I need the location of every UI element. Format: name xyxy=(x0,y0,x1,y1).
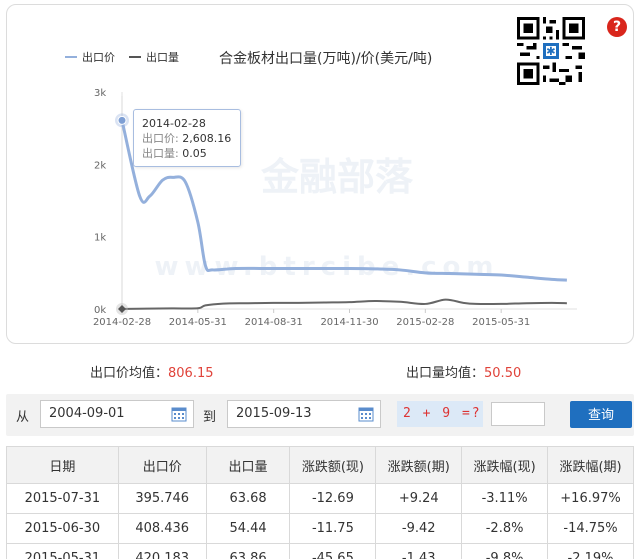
chart-tooltip: 2014-02-28 出口价: 2,608.16 出口量: 0.05 xyxy=(133,109,241,167)
column-header: 涨跌幅(期) xyxy=(547,446,634,484)
to-label: 到 xyxy=(203,410,217,425)
x-tick-label: 2014-05-31 xyxy=(169,317,227,328)
table-cell: 2015-06-30 xyxy=(6,513,119,544)
query-button[interactable]: 查询 xyxy=(570,401,632,428)
tooltip-volume-line: 出口量: 0.05 xyxy=(142,147,207,160)
x-tick-label: 2015-05-31 xyxy=(472,317,530,328)
y-tick-label: 1k xyxy=(94,233,106,244)
table-cell: -3.11% xyxy=(461,483,549,514)
table-cell: 2015-07-31 xyxy=(6,483,119,514)
tooltip-volume-label: 出口量 xyxy=(142,147,175,160)
tooltip-volume-value: 0.05 xyxy=(182,147,207,160)
table-cell: -11.75 xyxy=(289,513,377,544)
price-point xyxy=(117,115,127,125)
table-cell: +9.24 xyxy=(375,483,463,514)
table-cell: -14.75% xyxy=(547,513,634,544)
table-header-row: 日期 出口价 出口量 涨跌额(现) 涨跌额(期) 涨跌幅(现) 涨跌幅(期) xyxy=(6,446,634,484)
volume-average: 出口量均值：50.50 xyxy=(406,362,521,381)
y-tick-label: 2k xyxy=(94,160,106,171)
table-cell: -9.8% xyxy=(461,543,549,559)
x-tick-label: 2014-02-28 xyxy=(93,317,151,328)
x-tick-label: 2014-08-31 xyxy=(245,317,303,328)
column-header: 出口量 xyxy=(205,446,291,484)
tooltip-price-line: 出口价: 2,608.16 xyxy=(142,132,232,145)
table-cell: -45.65 xyxy=(289,543,377,559)
price-average-label: 出口价均值： xyxy=(90,366,169,381)
data-table: 日期 出口价 出口量 涨跌额(现) 涨跌额(期) 涨跌幅(现) 涨跌幅(期) 2… xyxy=(6,446,634,559)
column-header: 涨跌幅(现) xyxy=(461,446,549,484)
table-cell: -2.8% xyxy=(461,513,549,544)
tooltip-date: 2014-02-28 xyxy=(142,117,206,130)
x-tick-label: 2014-11-30 xyxy=(320,317,378,328)
end-date-value: 2015-09-13 xyxy=(236,406,312,421)
table-cell: 63.86 xyxy=(205,543,291,559)
tooltip-price-label: 出口价 xyxy=(142,132,175,145)
table-cell: +16.97% xyxy=(547,483,634,514)
watermark-text: 金融部落 xyxy=(260,155,414,199)
price-average: 出口价均值：806.15 xyxy=(90,362,214,381)
table-row: 2015-07-31 395.746 63.68 -12.69 +9.24 -3… xyxy=(6,483,634,514)
series-line-volume xyxy=(121,298,567,310)
table-cell: -1.43 xyxy=(375,543,463,559)
table-cell: 63.68 xyxy=(205,483,291,514)
table-cell: 54.44 xyxy=(205,513,291,544)
price-average-value: 806.15 xyxy=(168,366,214,381)
y-tick-label: 3k xyxy=(94,88,106,99)
table-cell: -2.19% xyxy=(547,543,634,559)
table-cell: 395.746 xyxy=(117,483,207,514)
start-date-input[interactable]: 2004-09-01 xyxy=(40,400,194,428)
column-header: 涨跌额(期) xyxy=(375,446,463,484)
volume-average-value: 50.50 xyxy=(484,366,522,381)
table-cell: 408.436 xyxy=(117,513,207,544)
table-row: 2015-06-30 408.436 54.44 -11.75 -9.42 -2… xyxy=(6,513,634,544)
line-chart: 金融部落www.btrcibe.com0k1k2k3k2014-02-28 201… xyxy=(93,88,577,328)
table-row: 2015-05-31 420.183 63.86 -45.65 -1.43 -9… xyxy=(6,543,634,559)
table-cell: 420.183 xyxy=(117,543,207,559)
captcha-input[interactable] xyxy=(491,402,545,426)
volume-average-label: 出口量均值： xyxy=(406,366,485,381)
x-tick-label: 2015-02-28 xyxy=(396,317,454,328)
chart-panel: 出口价 出口量 合金板材出口量(万吨)/价(美元/吨) ✱ ? 金融部落 www.… xyxy=(6,4,634,344)
start-date-value: 2004-09-01 xyxy=(49,406,125,421)
captcha-image[interactable]: 2 + 9 =? xyxy=(397,401,483,427)
filter-bar: 从 2004-09-01 到 2015-09-13 2 + 9 =? 查询 xyxy=(6,394,634,436)
y-tick-label: 0k xyxy=(94,305,106,316)
column-header: 出口价 xyxy=(117,446,207,484)
table-cell: -12.69 xyxy=(289,483,377,514)
table-cell: -9.42 xyxy=(375,513,463,544)
tooltip-price-value: 2,608.16 xyxy=(182,132,232,145)
calendar-icon[interactable] xyxy=(171,406,187,422)
calendar-icon[interactable] xyxy=(358,406,374,422)
column-header: 日期 xyxy=(6,446,119,484)
from-label: 从 xyxy=(16,410,30,425)
table-cell: 2015-05-31 xyxy=(6,543,119,559)
column-header: 涨跌额(现) xyxy=(289,446,377,484)
end-date-input[interactable]: 2015-09-13 xyxy=(227,400,381,428)
